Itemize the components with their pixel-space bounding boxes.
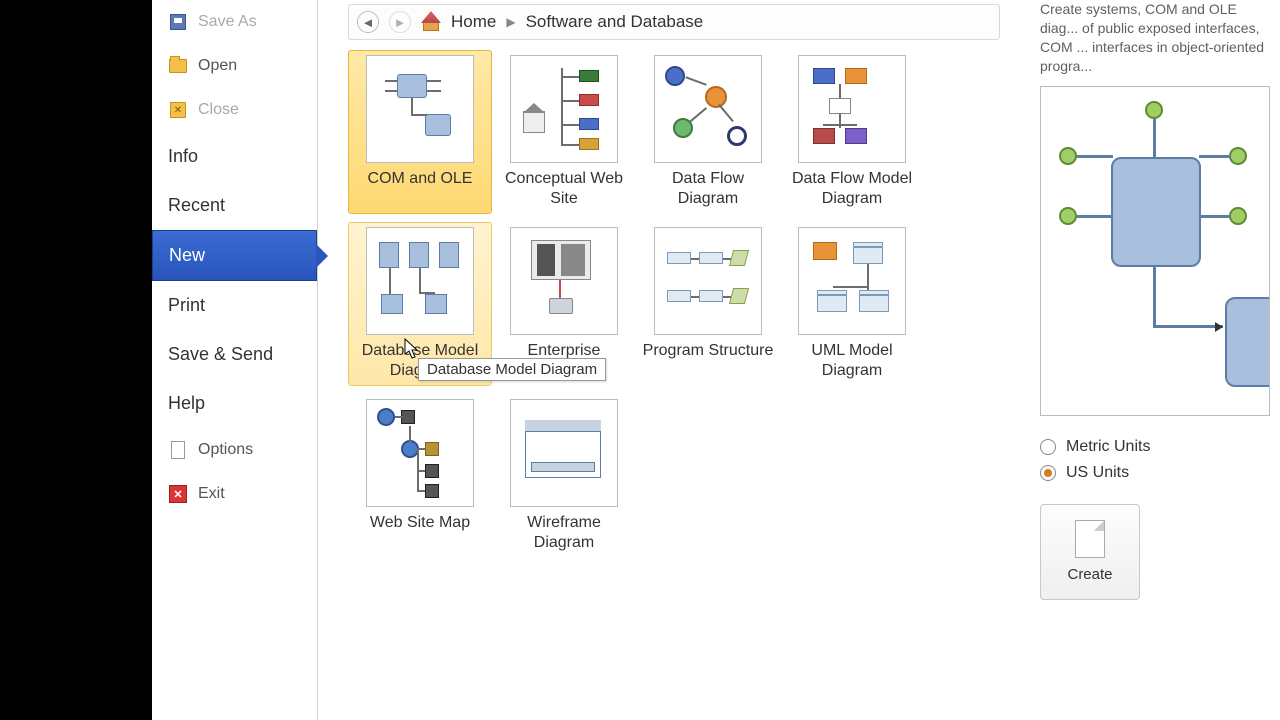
radio-icon [1040,439,1056,455]
folder-open-icon [168,56,188,76]
template-conceptual-web-site[interactable]: Conceptual Web Site [492,50,636,214]
sidebar-label: Options [198,441,253,459]
sidebar-label: Close [198,101,239,119]
radio-label: Metric Units [1066,438,1150,456]
sidebar-close: Close [152,88,317,132]
sidebar-save-as: Save As [152,0,317,44]
template-data-flow-diagram[interactable]: Data Flow Diagram [636,50,780,214]
sidebar-open[interactable]: Open [152,44,317,88]
template-thumb [654,227,762,335]
template-label: Data Flow Diagram [641,169,775,209]
sidebar-save-send[interactable]: Save & Send [152,330,317,379]
breadcrumb-home[interactable]: Home [451,12,496,32]
template-thumb [510,55,618,163]
document-icon [168,440,188,460]
backstage-sidebar: Save As Open Close Info Recent New Print… [152,0,318,720]
home-icon[interactable] [421,13,441,31]
sidebar-exit[interactable]: Exit [152,472,317,516]
breadcrumb: ◄ ► Home ▶ Software and Database [348,4,1000,40]
template-label: Conceptual Web Site [497,169,631,209]
sidebar-new[interactable]: New [152,230,317,281]
sidebar-label: Recent [168,195,225,216]
template-label: Web Site Map [370,513,470,533]
folder-close-icon [168,100,188,120]
template-label: UML Model Diagram [785,341,919,381]
template-thumb [366,55,474,163]
template-description: Create systems, COM and OLE diag... of p… [1040,0,1270,86]
save-icon [168,12,188,32]
main-panel: ◄ ► Home ▶ Software and Database COM and… [318,0,1030,720]
sidebar-print[interactable]: Print [152,281,317,330]
nav-forward-button[interactable]: ► [389,11,411,33]
template-label: Data Flow Model Diagram [785,169,919,209]
sidebar-label: New [169,245,205,266]
template-label: COM and OLE [368,169,473,189]
template-thumb [654,55,762,163]
units-metric[interactable]: Metric Units [1040,434,1270,460]
units-us[interactable]: US Units [1040,460,1270,486]
nav-back-button[interactable]: ◄ [357,11,379,33]
sidebar-label: Help [168,393,205,414]
template-thumb [510,399,618,507]
template-program-structure[interactable]: Program Structure [636,222,780,386]
template-label: Wireframe Diagram [497,513,631,553]
sidebar-info[interactable]: Info [152,132,317,181]
sidebar-label: Exit [198,485,225,503]
template-thumb [798,55,906,163]
radio-icon [1040,465,1056,481]
page-icon [1075,520,1105,558]
template-label: Program Structure [643,341,774,361]
template-thumb [366,227,474,335]
template-thumb [798,227,906,335]
create-button[interactable]: Create [1040,504,1140,600]
breadcrumb-category[interactable]: Software and Database [526,12,704,32]
radio-label: US Units [1066,464,1129,482]
template-grid: COM and OLE Conceptual Web Site [318,50,1030,558]
template-thumb [366,399,474,507]
sidebar-label: Info [168,146,198,167]
template-preview [1040,86,1270,416]
template-wireframe-diagram[interactable]: Wireframe Diagram [492,394,636,558]
sidebar-label: Save & Send [168,344,273,365]
chevron-right-icon: ▶ [506,15,515,29]
sidebar-help[interactable]: Help [152,379,317,428]
sidebar-label: Save As [198,13,257,31]
template-uml-model[interactable]: UML Model Diagram [780,222,924,386]
sidebar-label: Open [198,57,237,75]
template-thumb [510,227,618,335]
sidebar-label: Print [168,295,205,316]
sidebar-options[interactable]: Options [152,428,317,472]
exit-icon [168,484,188,504]
template-data-flow-model[interactable]: Data Flow Model Diagram [780,50,924,214]
details-panel: Create systems, COM and OLE diag... of p… [1030,0,1280,720]
template-com-and-ole[interactable]: COM and OLE [348,50,492,214]
tooltip: Database Model Diagram [418,358,606,381]
create-label: Create [1067,566,1112,583]
sidebar-recent[interactable]: Recent [152,181,317,230]
template-web-site-map[interactable]: Web Site Map [348,394,492,558]
